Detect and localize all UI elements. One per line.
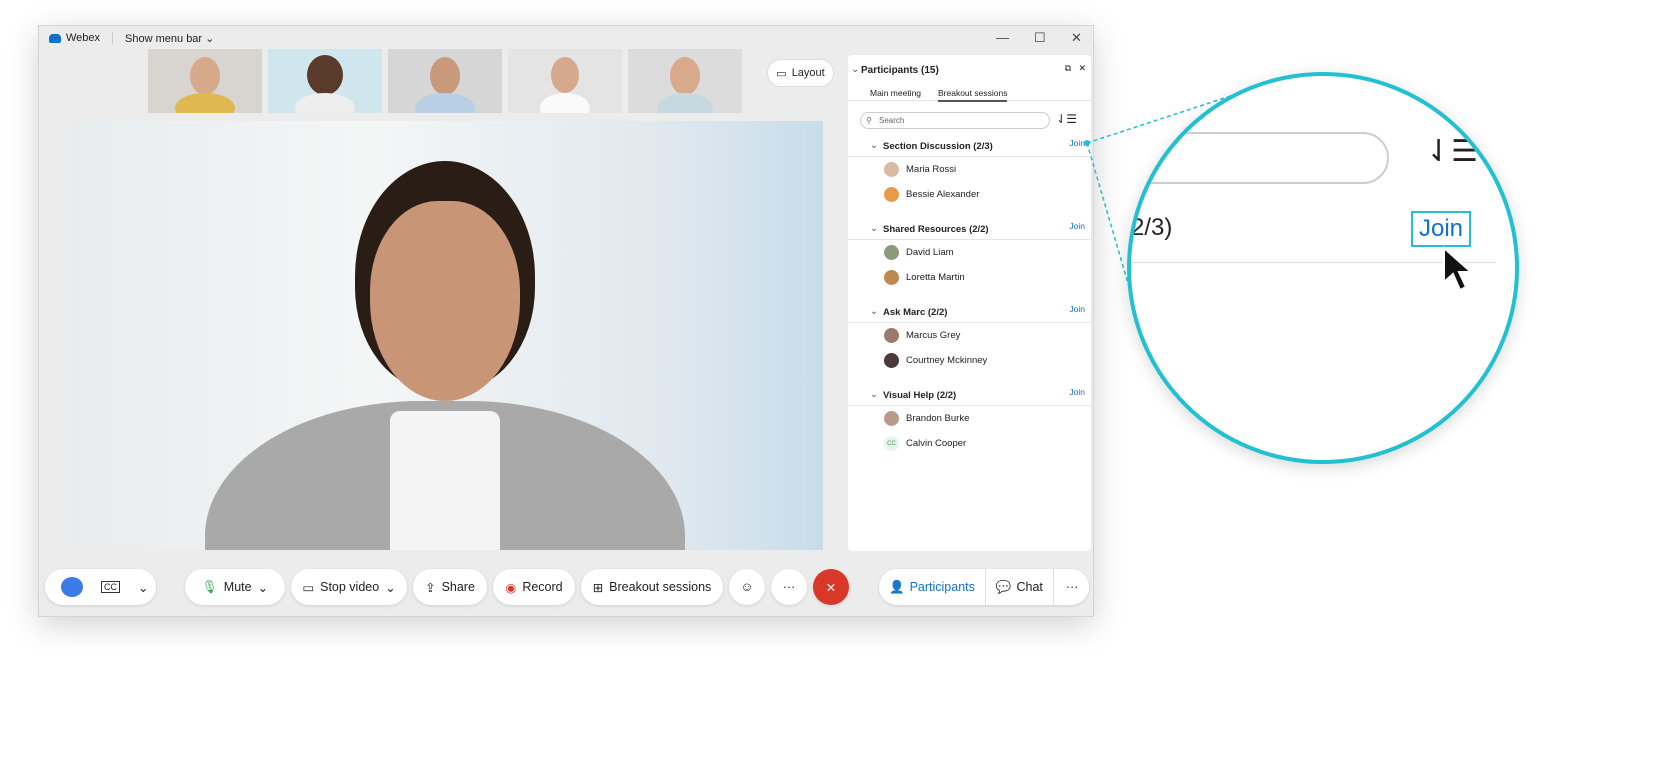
zoomed-join-button: Join <box>1411 211 1472 247</box>
zoomed-sort-icon: ⇃☰ <box>1426 135 1479 168</box>
zoomed-group-name: 2/3) <box>1131 214 1173 241</box>
cursor-icon <box>1443 246 1474 292</box>
magnifier-callout: ⇃☰ 2/3) Join <box>1127 72 1519 464</box>
zoomed-search-input <box>1131 132 1389 184</box>
